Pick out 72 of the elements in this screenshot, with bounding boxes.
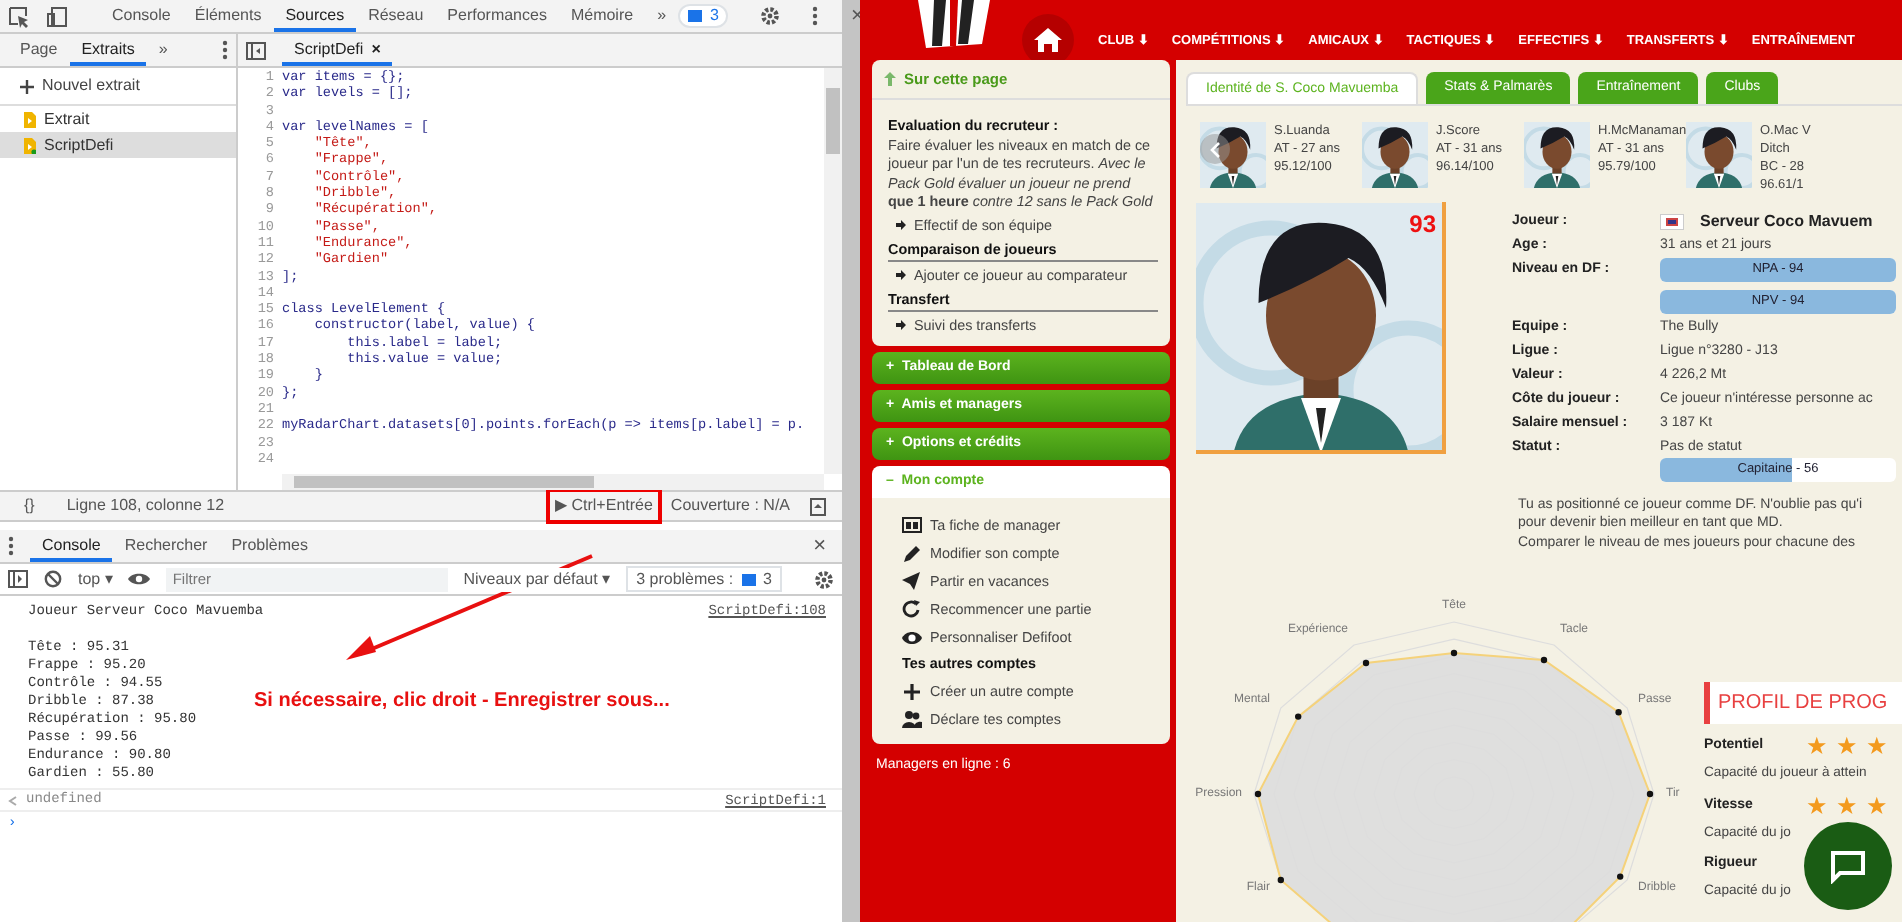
coverage-status: Couverture : N/A [670,494,790,518]
section-title: PROFIL DE PROG [1704,682,1902,724]
message-icon [688,10,703,22]
pretty-print-button[interactable]: {} [24,494,35,518]
star-icon: ★ [1806,794,1828,819]
scrollbar[interactable] [282,474,824,490]
more-options-icon[interactable] [812,6,819,26]
card-icon [902,516,922,537]
more-options-icon[interactable] [222,40,228,60]
more-tabs-button[interactable]: » [146,34,180,66]
star-icon: ★ [1836,794,1858,819]
plus-icon [902,682,922,703]
pin-icon [884,72,896,87]
settings-icon[interactable] [760,6,781,26]
pencil-icon [902,544,922,565]
issues-badge[interactable]: 3 [678,4,729,28]
more-tabs-button[interactable]: » [645,0,679,32]
sidebar-icon[interactable] [8,570,28,588]
message-icon [741,573,756,585]
issues-button[interactable]: 3 problèmes : 3 [626,566,782,592]
arrow-icon [896,269,906,280]
device-icon[interactable] [46,5,68,27]
file-icon [24,137,36,153]
navigator-tab[interactable]: Extraits [69,34,147,66]
inspect-icon[interactable] [8,5,30,27]
eye-icon [902,628,922,649]
chat-icon [1830,849,1866,883]
player-name: Serveur Coco Mavuem [1700,210,1873,233]
snippet-item[interactable]: Extrait [0,106,236,132]
panel-tab[interactable]: Éléments [182,0,274,32]
close-button[interactable]: × [813,529,826,563]
panel-tab[interactable]: Mémoire [558,0,646,32]
chat-button[interactable] [1804,822,1892,910]
arrow-icon [896,319,906,330]
more-options-icon[interactable] [8,536,14,556]
file-tab[interactable]: ScriptDefi × [282,34,393,66]
drawer-icon[interactable] [810,497,826,515]
cursor-position: Ligne 108, colonne 12 [66,494,225,518]
flag-icon [1660,213,1684,230]
drawer-tab[interactable]: Rechercher [112,530,220,562]
eye-icon[interactable] [128,572,151,586]
return-icon [8,795,18,805]
previous-button[interactable] [1200,134,1230,164]
arrow-icon [896,219,906,230]
settings-icon[interactable] [814,569,834,589]
panel-tab[interactable]: Réseau [356,0,436,32]
close-tab-icon[interactable]: × [371,34,381,62]
panel-tab[interactable]: Performances [435,0,559,32]
scrollbar[interactable] [824,68,842,474]
panel-tab[interactable]: Console [100,0,183,32]
snippet-item[interactable]: ScriptDefi [0,132,236,158]
chevron-left-icon [1210,141,1220,157]
refresh-icon [902,600,922,621]
drawer-tab[interactable]: Problèmes [219,530,320,562]
context-dropdown[interactable]: top ▾ [78,567,113,591]
users-icon [902,710,922,731]
file-icon [24,111,36,127]
star-icon: ★ [1866,794,1888,819]
navigator-tab[interactable]: Page [8,34,70,66]
home-icon [1034,28,1062,52]
annotation-text: Si nécessaire, clic droit - Enregistrer sous... [254,688,670,716]
shirt-number: 93 [1409,208,1436,242]
sidebar-toggle-icon[interactable] [246,41,266,59]
plus-icon [20,79,34,93]
run-button[interactable]: ▶ Ctrl+Entrée [545,488,663,524]
levels-dropdown[interactable]: Niveaux par défaut ▾ [463,567,611,591]
star-icon: ★ [1806,734,1828,758]
new-snippet-button[interactable]: Nouvel extrait [0,68,236,106]
star-icon: ★ [1836,734,1858,758]
clear-icon[interactable] [44,570,62,588]
paper-plane-icon [902,572,922,593]
star-icon: ★ [1866,734,1888,758]
